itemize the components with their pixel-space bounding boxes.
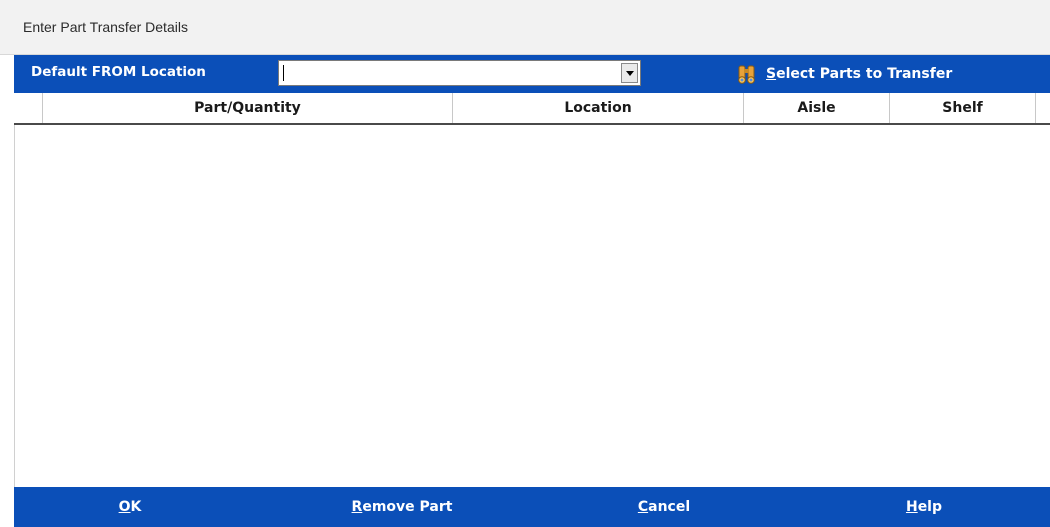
transfer-grid-body[interactable]: [14, 125, 1050, 487]
row-selector-header: [14, 93, 43, 123]
dialog-title: Enter Part Transfer Details: [23, 19, 188, 35]
location-toolbar: Default FROM Location Select Parts to Tr…: [14, 55, 1050, 93]
ok-button[interactable]: OK: [14, 487, 246, 527]
grid-header: Part/Quantity Location Aisle Shelf: [14, 93, 1050, 125]
dialog-titlebar: Enter Part Transfer Details: [0, 0, 1050, 55]
column-header-aisle[interactable]: Aisle: [744, 93, 890, 123]
column-header-location[interactable]: Location: [453, 93, 744, 123]
select-parts-button[interactable]: Select Parts to Transfer: [736, 60, 952, 88]
binoculars-icon: [738, 65, 755, 84]
dropdown-arrow-icon[interactable]: [621, 63, 638, 83]
column-header-shelf[interactable]: Shelf: [890, 93, 1036, 123]
help-button[interactable]: Help: [814, 487, 1034, 527]
text-caret: [283, 65, 284, 81]
select-parts-label: Select Parts to Transfer: [766, 66, 953, 82]
cancel-button[interactable]: Cancel: [554, 487, 774, 527]
column-header-part-quantity[interactable]: Part/Quantity: [43, 93, 453, 123]
from-location-label: Default FROM Location: [31, 64, 206, 80]
from-location-combobox[interactable]: [278, 60, 641, 86]
remove-part-button[interactable]: Remove Part: [282, 487, 522, 527]
dialog-button-bar: OK Remove Part Cancel Help: [14, 487, 1050, 527]
part-transfer-dialog: Enter Part Transfer Details Default FROM…: [0, 0, 1050, 527]
